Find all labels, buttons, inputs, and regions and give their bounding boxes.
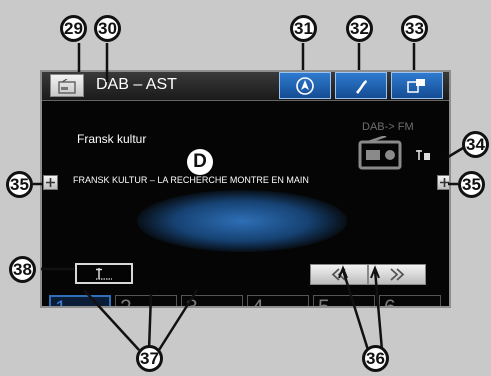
callout-35-left: 35 bbox=[6, 171, 33, 198]
callout-30: 30 bbox=[94, 15, 121, 42]
callout-36: 36 bbox=[362, 345, 389, 372]
callout-31: 31 bbox=[290, 15, 317, 42]
callout-leader-lines bbox=[33, 43, 469, 351]
callout-35-right: 35 bbox=[458, 171, 485, 198]
callout-d: D bbox=[187, 149, 213, 175]
callout-29: 29 bbox=[60, 15, 87, 42]
callout-34: 34 bbox=[462, 131, 489, 158]
illustration-frame: DAB – AST Fransk kultur FRANSK KULTUR – … bbox=[0, 0, 491, 376]
callout-33: 33 bbox=[401, 15, 428, 42]
callout-37: 37 bbox=[136, 345, 163, 372]
callout-32: 32 bbox=[346, 15, 373, 42]
callout-38: 38 bbox=[9, 256, 36, 283]
